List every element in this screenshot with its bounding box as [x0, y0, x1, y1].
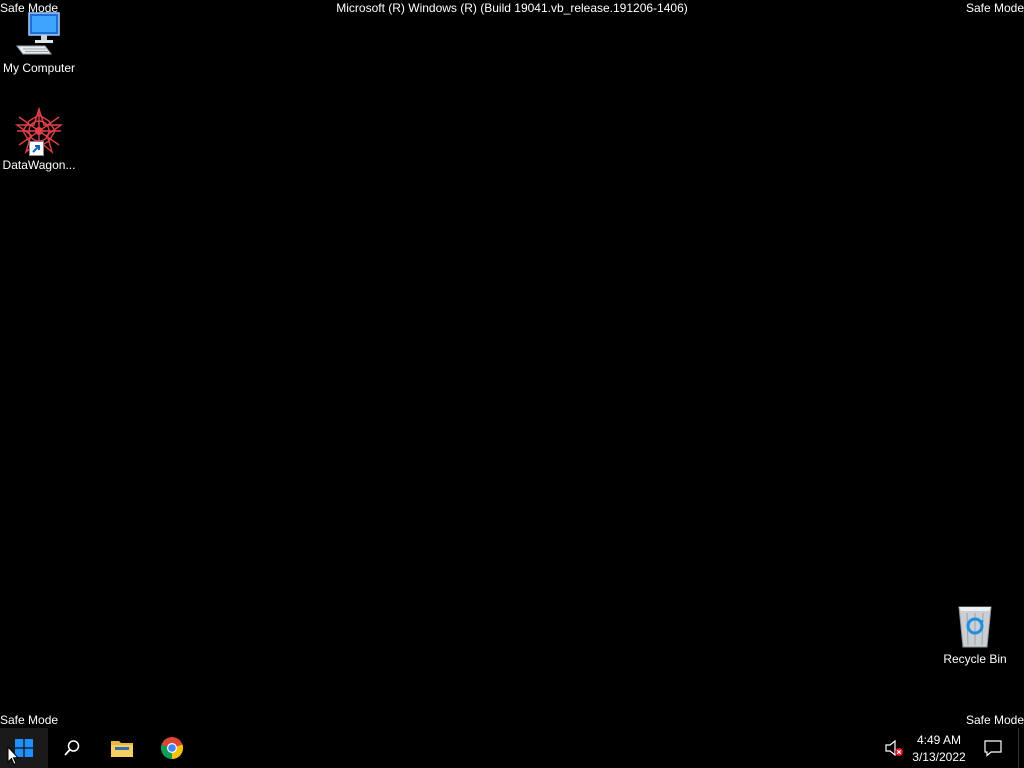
file-explorer-button[interactable]	[98, 728, 146, 768]
recycle-bin-icon	[951, 601, 999, 649]
search-icon	[64, 740, 80, 756]
desktop-icon-label: My Computer	[2, 61, 76, 75]
notification-icon	[984, 740, 1002, 757]
folder-icon	[111, 741, 133, 757]
taskbar-clock[interactable]: 4:49 AM 3/13/2022	[908, 732, 970, 766]
build-info-label: Microsoft (R) Windows (R) (Build 19041.v…	[336, 1, 688, 15]
desktop-icon-recycle-bin[interactable]: Recycle Bin	[936, 601, 1014, 666]
desktop-icon-label: DataWagon...	[2, 158, 76, 172]
mouse-cursor-icon	[7, 745, 20, 768]
desktop: Safe Mode Microsoft (R) Windows (R) (Bui…	[0, 0, 1024, 768]
shortcut-arrow-icon	[29, 141, 44, 156]
clock-date: 3/13/2022	[912, 750, 966, 764]
safe-mode-label-bottom-left: Safe Mode	[0, 713, 59, 727]
desktop-icon-my-computer[interactable]: My Computer	[0, 10, 78, 75]
action-center-button[interactable]	[978, 728, 1008, 768]
chrome-icon	[160, 737, 184, 760]
desktop-icon-label: Recycle Bin	[943, 652, 1007, 666]
clock-time: 4:49 AM	[916, 733, 962, 747]
search-button[interactable]	[48, 728, 96, 768]
datawagon-icon	[14, 106, 64, 156]
chrome-button[interactable]	[148, 728, 196, 768]
show-desktop-button[interactable]	[1018, 728, 1024, 768]
safe-mode-label-bottom-right: Safe Mode	[965, 713, 1024, 727]
desktop-icon-datawagon[interactable]: DataWagon...	[0, 106, 78, 172]
safe-mode-label-top-right: Safe Mode	[965, 1, 1024, 15]
volume-muted-icon[interactable]	[884, 738, 904, 758]
computer-icon	[15, 10, 63, 58]
taskbar: 4:49 AM 3/13/2022	[0, 728, 1024, 768]
